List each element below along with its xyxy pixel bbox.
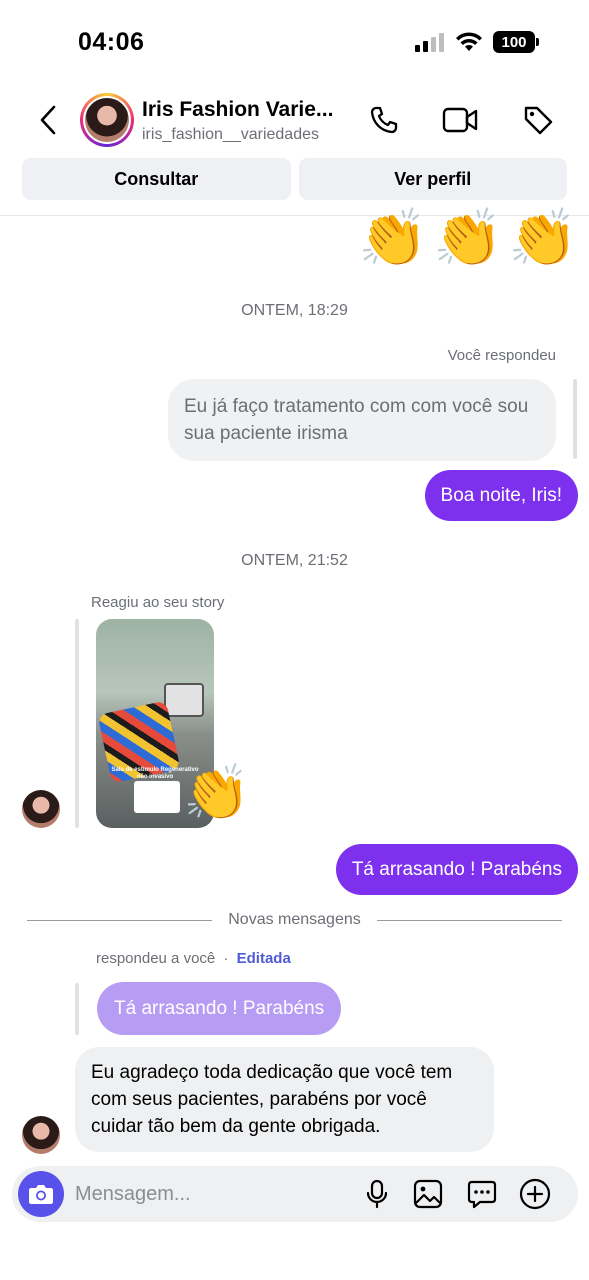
signal-icon xyxy=(415,33,444,52)
story-reaction-label: Reagiu ao seu story xyxy=(91,594,225,611)
story-card xyxy=(134,781,180,813)
camera-icon xyxy=(29,1185,53,1204)
reply-context-label: Você respondeu xyxy=(447,347,556,364)
replied-to-you-label: respondeu a você xyxy=(96,950,216,967)
sticker-button[interactable] xyxy=(466,1178,498,1210)
status-icons: 100 xyxy=(415,31,539,53)
reply-bar xyxy=(75,619,79,828)
status-bar: 04:06 100 xyxy=(0,0,589,86)
call-button[interactable] xyxy=(366,102,402,138)
video-icon xyxy=(442,107,478,133)
clap-reaction: 👏 xyxy=(358,206,428,269)
message-input[interactable] xyxy=(75,1180,345,1208)
contact-avatar-small[interactable] xyxy=(22,790,60,828)
voice-message-button[interactable] xyxy=(361,1178,393,1210)
battery-level: 100 xyxy=(501,33,527,51)
plus-circle-icon xyxy=(519,1178,551,1210)
story-machine xyxy=(164,683,204,717)
quoted-reply[interactable]: Tá arrasando ! Parabéns xyxy=(97,982,342,1035)
header-actions: Consultar Ver perfil xyxy=(22,158,567,200)
timestamp: ONTEM, 18:29 xyxy=(241,302,348,319)
reply-bar xyxy=(573,379,577,459)
more-options-button[interactable] xyxy=(519,1178,551,1210)
microphone-icon xyxy=(366,1179,388,1209)
outgoing-message[interactable]: Boa noite, Iris! xyxy=(424,470,578,521)
edited-label[interactable]: Editada xyxy=(237,950,291,967)
new-messages-label: Novas mensagens xyxy=(228,911,361,928)
message-composer xyxy=(12,1166,578,1222)
chevron-left-icon xyxy=(40,105,56,135)
reply-context: respondeu a você · Editada xyxy=(96,950,291,967)
wifi-icon xyxy=(456,32,482,51)
tag-button[interactable] xyxy=(520,102,556,138)
status-time: 04:06 xyxy=(78,28,145,56)
contact-username[interactable]: iris_fashion__variedades xyxy=(142,126,319,144)
story-clap-reaction: 👏 xyxy=(183,763,251,823)
timestamp: ONTEM, 21:52 xyxy=(241,552,348,569)
separator-dot: · xyxy=(223,950,229,967)
camera-button[interactable] xyxy=(18,1171,64,1217)
chat-header: Iris Fashion Varie... iris_fashion__vari… xyxy=(0,86,589,156)
gallery-button[interactable] xyxy=(412,1178,444,1210)
contact-avatar-small[interactable] xyxy=(22,1116,60,1154)
view-profile-button[interactable]: Ver perfil xyxy=(298,158,567,200)
image-icon xyxy=(413,1179,443,1209)
quoted-message[interactable]: Eu já faço tratamento com com você sou s… xyxy=(168,379,556,461)
phone-icon xyxy=(370,106,398,134)
outgoing-message[interactable]: Tá arrasando ! Parabéns xyxy=(335,844,578,895)
battery-icon: 100 xyxy=(493,31,539,53)
tag-icon xyxy=(524,106,553,135)
contact-avatar[interactable] xyxy=(80,93,134,147)
incoming-message[interactable]: Eu agradeço toda dedicação que você tem … xyxy=(75,1047,494,1152)
contact-name[interactable]: Iris Fashion Varie... xyxy=(142,98,333,122)
consult-button[interactable]: Consultar xyxy=(22,158,291,200)
clap-reaction: 👏 xyxy=(508,206,578,269)
reply-bar xyxy=(75,983,79,1035)
video-call-button[interactable] xyxy=(442,102,478,138)
back-button[interactable] xyxy=(30,102,66,138)
clap-reaction: 👏 xyxy=(433,206,503,269)
chat-bubble-icon xyxy=(467,1180,497,1209)
